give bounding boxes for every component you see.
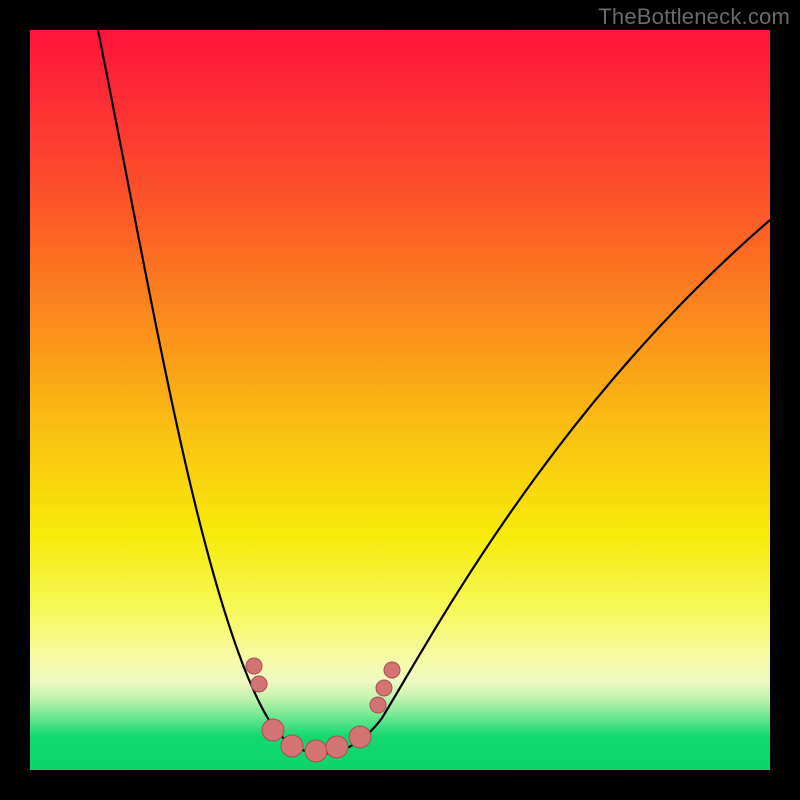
marker-point <box>246 658 262 674</box>
marker-point <box>349 726 371 748</box>
marker-point <box>376 680 392 696</box>
marker-point <box>262 719 284 741</box>
marker-point <box>370 697 386 713</box>
bottleneck-curve <box>98 30 770 753</box>
chart-frame: TheBottleneck.com <box>0 0 800 800</box>
marker-point <box>305 740 327 762</box>
marker-point <box>281 735 303 757</box>
marker-point <box>384 662 400 678</box>
chart-svg <box>30 30 770 770</box>
watermark-text: TheBottleneck.com <box>598 4 790 30</box>
marker-point <box>251 676 267 692</box>
marker-point <box>326 736 348 758</box>
marker-group <box>246 658 400 762</box>
